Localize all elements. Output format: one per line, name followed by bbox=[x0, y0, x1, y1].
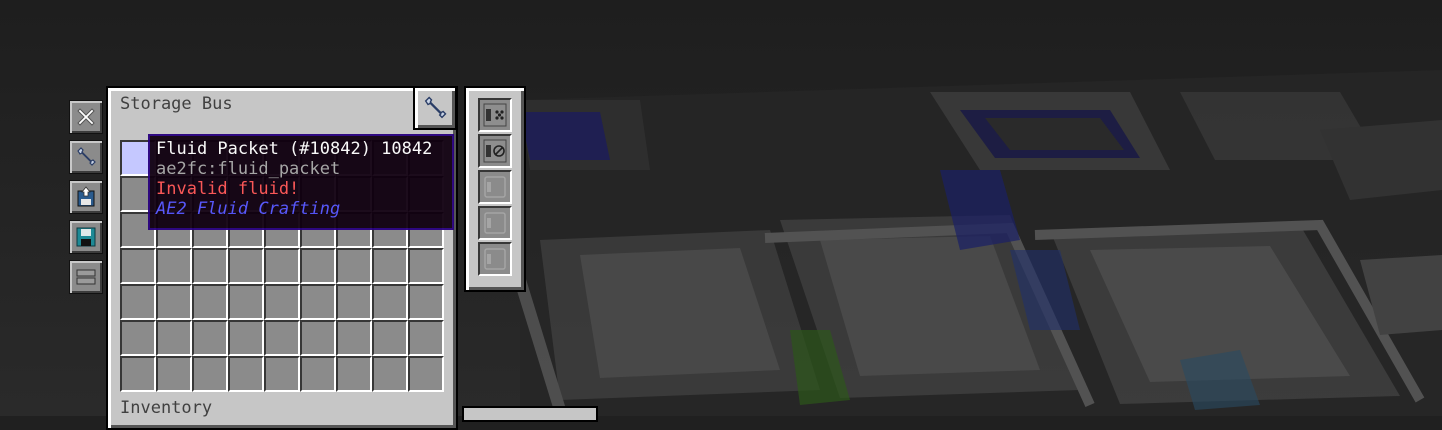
filter-slot[interactable] bbox=[336, 284, 372, 320]
filter-slot[interactable] bbox=[408, 356, 444, 392]
filter-slot[interactable] bbox=[156, 248, 192, 284]
item-tooltip: Fluid Packet (#10842) 10842 ae2fc:fluid_… bbox=[148, 134, 454, 230]
empty-upgrade-icon bbox=[484, 248, 506, 270]
filter-slot[interactable] bbox=[372, 320, 408, 356]
tooltip-registry-id: ae2fc:fluid_packet bbox=[156, 159, 341, 179]
empty-upgrade-icon bbox=[484, 212, 506, 234]
filter-slot[interactable] bbox=[372, 248, 408, 284]
filter-slot[interactable] bbox=[336, 320, 372, 356]
filter-slot[interactable] bbox=[192, 284, 228, 320]
filter-slot[interactable] bbox=[156, 284, 192, 320]
upgrade-slot[interactable] bbox=[478, 206, 512, 240]
empty-upgrade-icon bbox=[484, 176, 506, 198]
filter-slot[interactable] bbox=[192, 320, 228, 356]
panel-title: Storage Bus bbox=[120, 94, 233, 114]
filter-slot[interactable] bbox=[192, 356, 228, 392]
tooltip-title: Fluid Packet (#10842) 10842 bbox=[156, 139, 433, 159]
filter-slot[interactable] bbox=[300, 248, 336, 284]
filter-slot[interactable] bbox=[120, 320, 156, 356]
secondary-panel-edge bbox=[462, 406, 598, 422]
inventory-label: Inventory bbox=[120, 398, 213, 418]
filter-slot[interactable] bbox=[156, 320, 192, 356]
close-button[interactable] bbox=[69, 100, 103, 134]
filter-slot[interactable] bbox=[264, 320, 300, 356]
floppy-disk-icon bbox=[76, 227, 96, 247]
filter-slot[interactable] bbox=[408, 320, 444, 356]
filter-slot[interactable] bbox=[372, 356, 408, 392]
filter-slot[interactable] bbox=[336, 248, 372, 284]
disk-upload-icon bbox=[77, 186, 95, 207]
filter-slot[interactable] bbox=[264, 248, 300, 284]
layers-icon bbox=[76, 269, 96, 285]
upgrade-slot[interactable] bbox=[478, 170, 512, 204]
upgrade-slot[interactable] bbox=[478, 134, 512, 168]
filter-slot[interactable] bbox=[264, 356, 300, 392]
filter-slot[interactable] bbox=[264, 284, 300, 320]
filter-slot[interactable] bbox=[192, 248, 228, 284]
upgrade-slot[interactable] bbox=[478, 242, 512, 276]
inverter-card-icon bbox=[483, 139, 507, 163]
wrench-tab-button[interactable] bbox=[413, 86, 457, 130]
filter-slot[interactable] bbox=[228, 356, 264, 392]
wrench-icon bbox=[424, 96, 447, 119]
filter-slot[interactable] bbox=[336, 356, 372, 392]
filter-slot[interactable] bbox=[300, 284, 336, 320]
wrench-icon bbox=[77, 147, 96, 166]
partition-button[interactable] bbox=[69, 180, 103, 214]
save-button[interactable] bbox=[69, 220, 103, 254]
filter-slot[interactable] bbox=[372, 284, 408, 320]
filter-slot[interactable] bbox=[120, 284, 156, 320]
tooltip-mod-name: AE2 Fluid Crafting bbox=[156, 199, 341, 219]
close-icon bbox=[77, 108, 95, 126]
filter-slot[interactable] bbox=[408, 284, 444, 320]
upgrade-slot[interactable] bbox=[478, 98, 512, 132]
tooltip-warning: Invalid fluid! bbox=[156, 179, 300, 199]
upgrade-panel bbox=[464, 86, 526, 292]
filter-slot[interactable] bbox=[228, 320, 264, 356]
view-mode-button[interactable] bbox=[69, 260, 103, 294]
filter-slot[interactable] bbox=[300, 356, 336, 392]
filter-slot[interactable] bbox=[408, 248, 444, 284]
filter-slot[interactable] bbox=[120, 248, 156, 284]
filter-slot[interactable] bbox=[300, 320, 336, 356]
filter-slot[interactable] bbox=[228, 284, 264, 320]
filter-slot[interactable] bbox=[120, 356, 156, 392]
fuzzy-card-icon bbox=[483, 103, 507, 127]
wrench-button[interactable] bbox=[69, 140, 103, 174]
filter-slot[interactable] bbox=[156, 356, 192, 392]
filter-slot[interactable] bbox=[228, 248, 264, 284]
